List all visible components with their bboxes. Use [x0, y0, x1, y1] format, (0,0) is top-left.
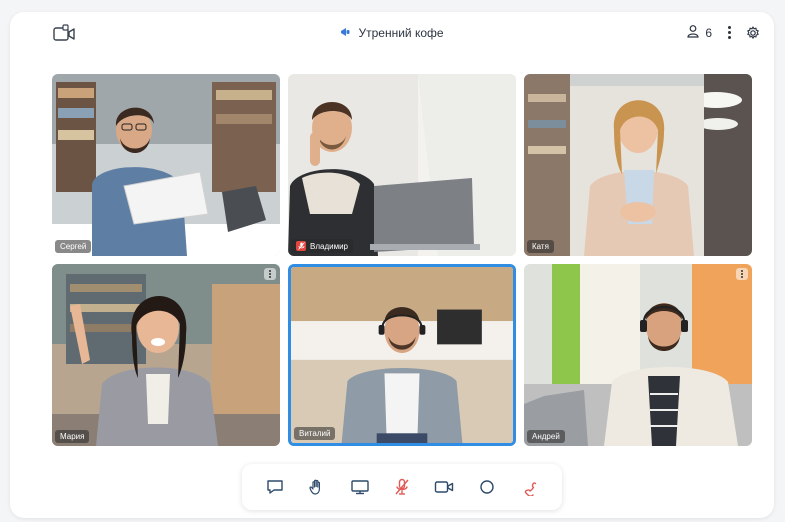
- participant-name-tag: Мария: [55, 430, 90, 443]
- participant-name: Андрей: [532, 432, 560, 441]
- participant-video: [524, 264, 752, 446]
- participant-video: [52, 74, 280, 256]
- participants-count: 6: [705, 25, 712, 40]
- participant-video: [291, 267, 513, 443]
- chat-icon[interactable]: [262, 474, 288, 500]
- video-grid: Сергей Владимир Катя Мария Виталий Андре…: [52, 74, 752, 446]
- megaphone-icon: [340, 28, 354, 40]
- participant-name-tag: Андрей: [527, 430, 565, 443]
- conference-title-text: Утренний кофе: [358, 26, 444, 40]
- camera-icon[interactable]: [431, 474, 457, 500]
- participant-video: [52, 264, 280, 446]
- gear-icon[interactable]: [746, 25, 760, 40]
- tile-menu-button[interactable]: [736, 268, 748, 280]
- participant-name-tag: Виталий: [294, 427, 336, 440]
- participant-name-tag: Сергей: [55, 240, 92, 253]
- screen-share-icon[interactable]: [347, 474, 373, 500]
- tile-menu-button[interactable]: [264, 268, 276, 280]
- participant-tile[interactable]: Андрей: [524, 264, 752, 446]
- call-header: Утренний кофе 6: [10, 12, 774, 56]
- participant-tile[interactable]: Владимир: [288, 74, 516, 256]
- participant-tile[interactable]: Мария: [52, 264, 280, 446]
- call-toolbar: [242, 464, 562, 510]
- conference-window: Утренний кофе 6 Сергей Владимир Катя Мар…: [10, 12, 774, 518]
- end-call-icon[interactable]: [516, 474, 542, 500]
- participant-video: [288, 74, 516, 256]
- more-vertical-icon[interactable]: [726, 26, 732, 39]
- participant-tile[interactable]: Катя: [524, 74, 752, 256]
- raise-hand-icon[interactable]: [304, 474, 330, 500]
- participant-name: Катя: [532, 242, 549, 251]
- participant-tile[interactable]: Сергей: [52, 74, 280, 256]
- participant-video: [524, 74, 752, 256]
- mic-off-icon: [296, 241, 306, 251]
- participant-name: Сергей: [60, 242, 87, 251]
- participant-name-tag: Катя: [527, 240, 554, 253]
- participant-tile-active[interactable]: Виталий: [288, 264, 516, 446]
- participant-name-tag: Владимир: [291, 239, 354, 253]
- record-icon[interactable]: [474, 474, 500, 500]
- header-actions: 6: [687, 24, 760, 41]
- conference-title: Утренний кофе: [10, 26, 774, 40]
- participant-name: Владимир: [310, 241, 349, 251]
- participant-name: Мария: [60, 432, 85, 441]
- participants-icon: [687, 24, 701, 41]
- participants-button[interactable]: 6: [687, 24, 712, 41]
- mic-off-icon[interactable]: [389, 474, 415, 500]
- participant-name: Виталий: [299, 429, 331, 438]
